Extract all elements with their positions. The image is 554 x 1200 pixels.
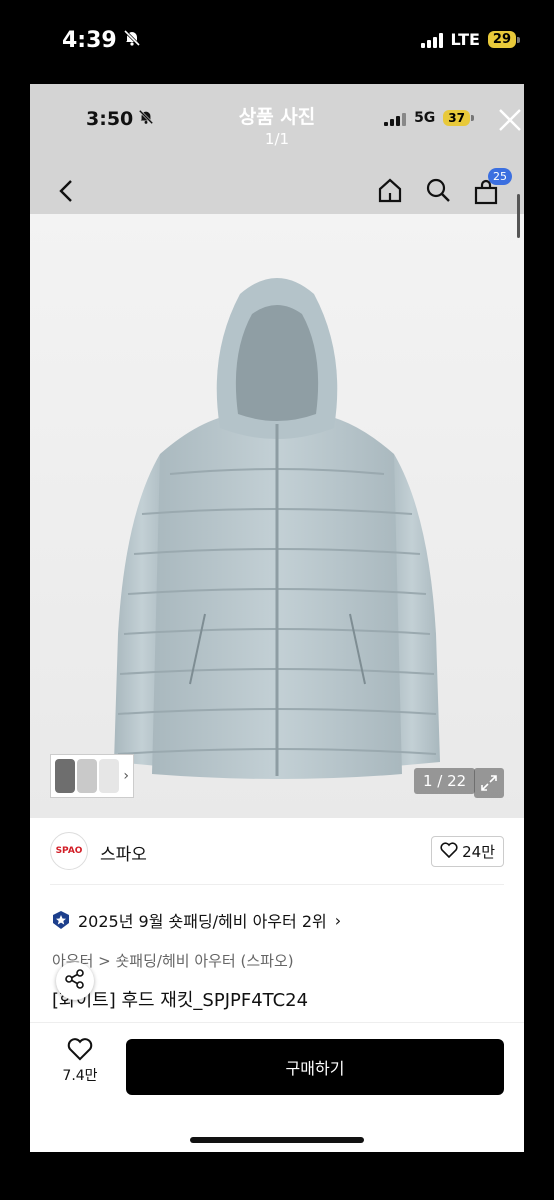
brand-name[interactable]: 스파오	[100, 840, 147, 865]
purchase-bar: 7.4만 구매하기	[30, 1022, 524, 1152]
jacket-illustration	[114, 278, 440, 779]
battery-icon: 37	[443, 110, 474, 126]
search-icon[interactable]	[424, 176, 452, 208]
ranking-link[interactable]: 2025년 9월 숏패딩/헤비 아우터 2위 ›	[52, 908, 341, 932]
brand-logo[interactable]: SPAO	[50, 832, 88, 870]
scrollbar[interactable]	[517, 194, 520, 238]
outer-time-text: 4:39	[62, 28, 117, 53]
home-indicator[interactable]	[190, 1137, 364, 1143]
brand-like-count: 24만	[462, 843, 495, 861]
battery-level: 29	[487, 31, 516, 48]
heart-icon	[67, 1038, 93, 1065]
share-icon	[64, 968, 86, 994]
signal-icon	[420, 32, 443, 48]
battery-level: 37	[443, 110, 470, 126]
thumbnail-light[interactable]	[99, 759, 120, 793]
thumbnail-gray[interactable]	[77, 759, 98, 793]
wishlist-count: 7.4만	[62, 1068, 98, 1084]
cart-icon[interactable]: 25	[472, 168, 512, 206]
thumbnail-strip[interactable]: ›	[50, 754, 134, 798]
cart-count-badge: 25	[488, 168, 512, 185]
outer-clock: 4:39	[62, 28, 141, 53]
back-icon[interactable]	[58, 178, 74, 204]
brand-like-button[interactable]: 24만	[431, 836, 504, 867]
ranking-text: 2025년 9월 숏패딩/헤비 아우터 2위	[78, 912, 327, 931]
chevron-right-icon[interactable]: ›	[123, 768, 129, 784]
wishlist-button[interactable]: 7.4만	[56, 1037, 104, 1085]
brand-row[interactable]: SPAO 스파오 24만	[30, 818, 524, 884]
battery-icon: 29	[487, 31, 520, 48]
chevron-right-icon: ›	[334, 910, 342, 930]
expand-icon[interactable]	[474, 768, 504, 798]
header-actions: 25	[376, 168, 512, 208]
photo-viewer-header: 3:50 상품 사진 1/1 5G 37 25	[30, 84, 524, 214]
network-label: 5G	[414, 110, 436, 126]
buy-button[interactable]: 구매하기	[126, 1039, 504, 1095]
outer-status-icons: LTE 29	[420, 30, 520, 49]
heart-icon	[440, 841, 458, 862]
divider	[50, 884, 504, 885]
close-icon[interactable]	[494, 104, 524, 134]
signal-icon	[384, 110, 407, 126]
photo-viewer-counter: 1/1	[264, 130, 290, 148]
bell-muted-icon	[123, 28, 141, 53]
share-button[interactable]	[56, 962, 94, 1000]
outer-status-bar: 4:39 LTE 29	[0, 0, 554, 84]
ranking-badge-icon	[52, 910, 70, 930]
inner-status-icons: 5G 37	[384, 110, 474, 126]
app-screenshot: › 1 / 22 3:50 상품 사진 1/1 5G 37 25 SPAO 스파…	[30, 84, 524, 1152]
thumbnail-dark[interactable]	[55, 759, 76, 793]
network-label: LTE	[450, 30, 480, 49]
product-image[interactable]: › 1 / 22	[30, 214, 524, 818]
home-icon[interactable]	[376, 176, 404, 208]
image-counter: 1 / 22	[414, 768, 476, 794]
